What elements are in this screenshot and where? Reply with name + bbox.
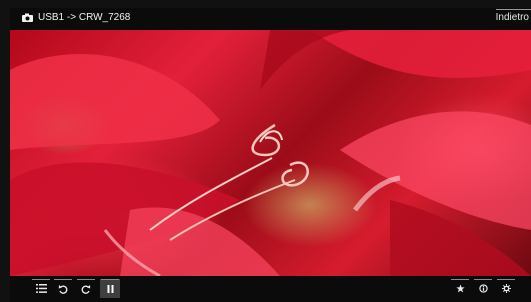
settings-button[interactable] xyxy=(496,279,516,298)
gear-icon xyxy=(501,284,511,293)
rotate-right-button[interactable] xyxy=(76,279,96,298)
rotate-left-button[interactable] xyxy=(53,279,73,298)
bottom-toolbar xyxy=(10,276,531,302)
list-button[interactable] xyxy=(31,279,51,298)
info-icon xyxy=(478,284,488,293)
star-icon xyxy=(455,284,465,293)
breadcrumb-path: USB1 -> CRW_7268 xyxy=(38,12,131,23)
top-bar: USB1 -> CRW_7268 Indietro xyxy=(10,8,531,30)
favorite-button[interactable] xyxy=(450,279,470,298)
back-button[interactable]: Indietro xyxy=(495,9,531,23)
flower-photo xyxy=(10,30,531,276)
info-button[interactable] xyxy=(473,279,493,298)
breadcrumb: USB1 -> CRW_7268 xyxy=(22,12,130,23)
pause-icon xyxy=(107,284,113,293)
list-icon xyxy=(35,284,47,293)
pause-button[interactable] xyxy=(100,279,120,298)
camera-icon xyxy=(22,13,33,22)
photo-viewer: USB1 -> CRW_7268 Indietro xyxy=(0,0,531,302)
rotate-left-icon xyxy=(58,284,68,294)
photo-display xyxy=(10,30,531,276)
rotate-right-icon xyxy=(81,284,91,294)
